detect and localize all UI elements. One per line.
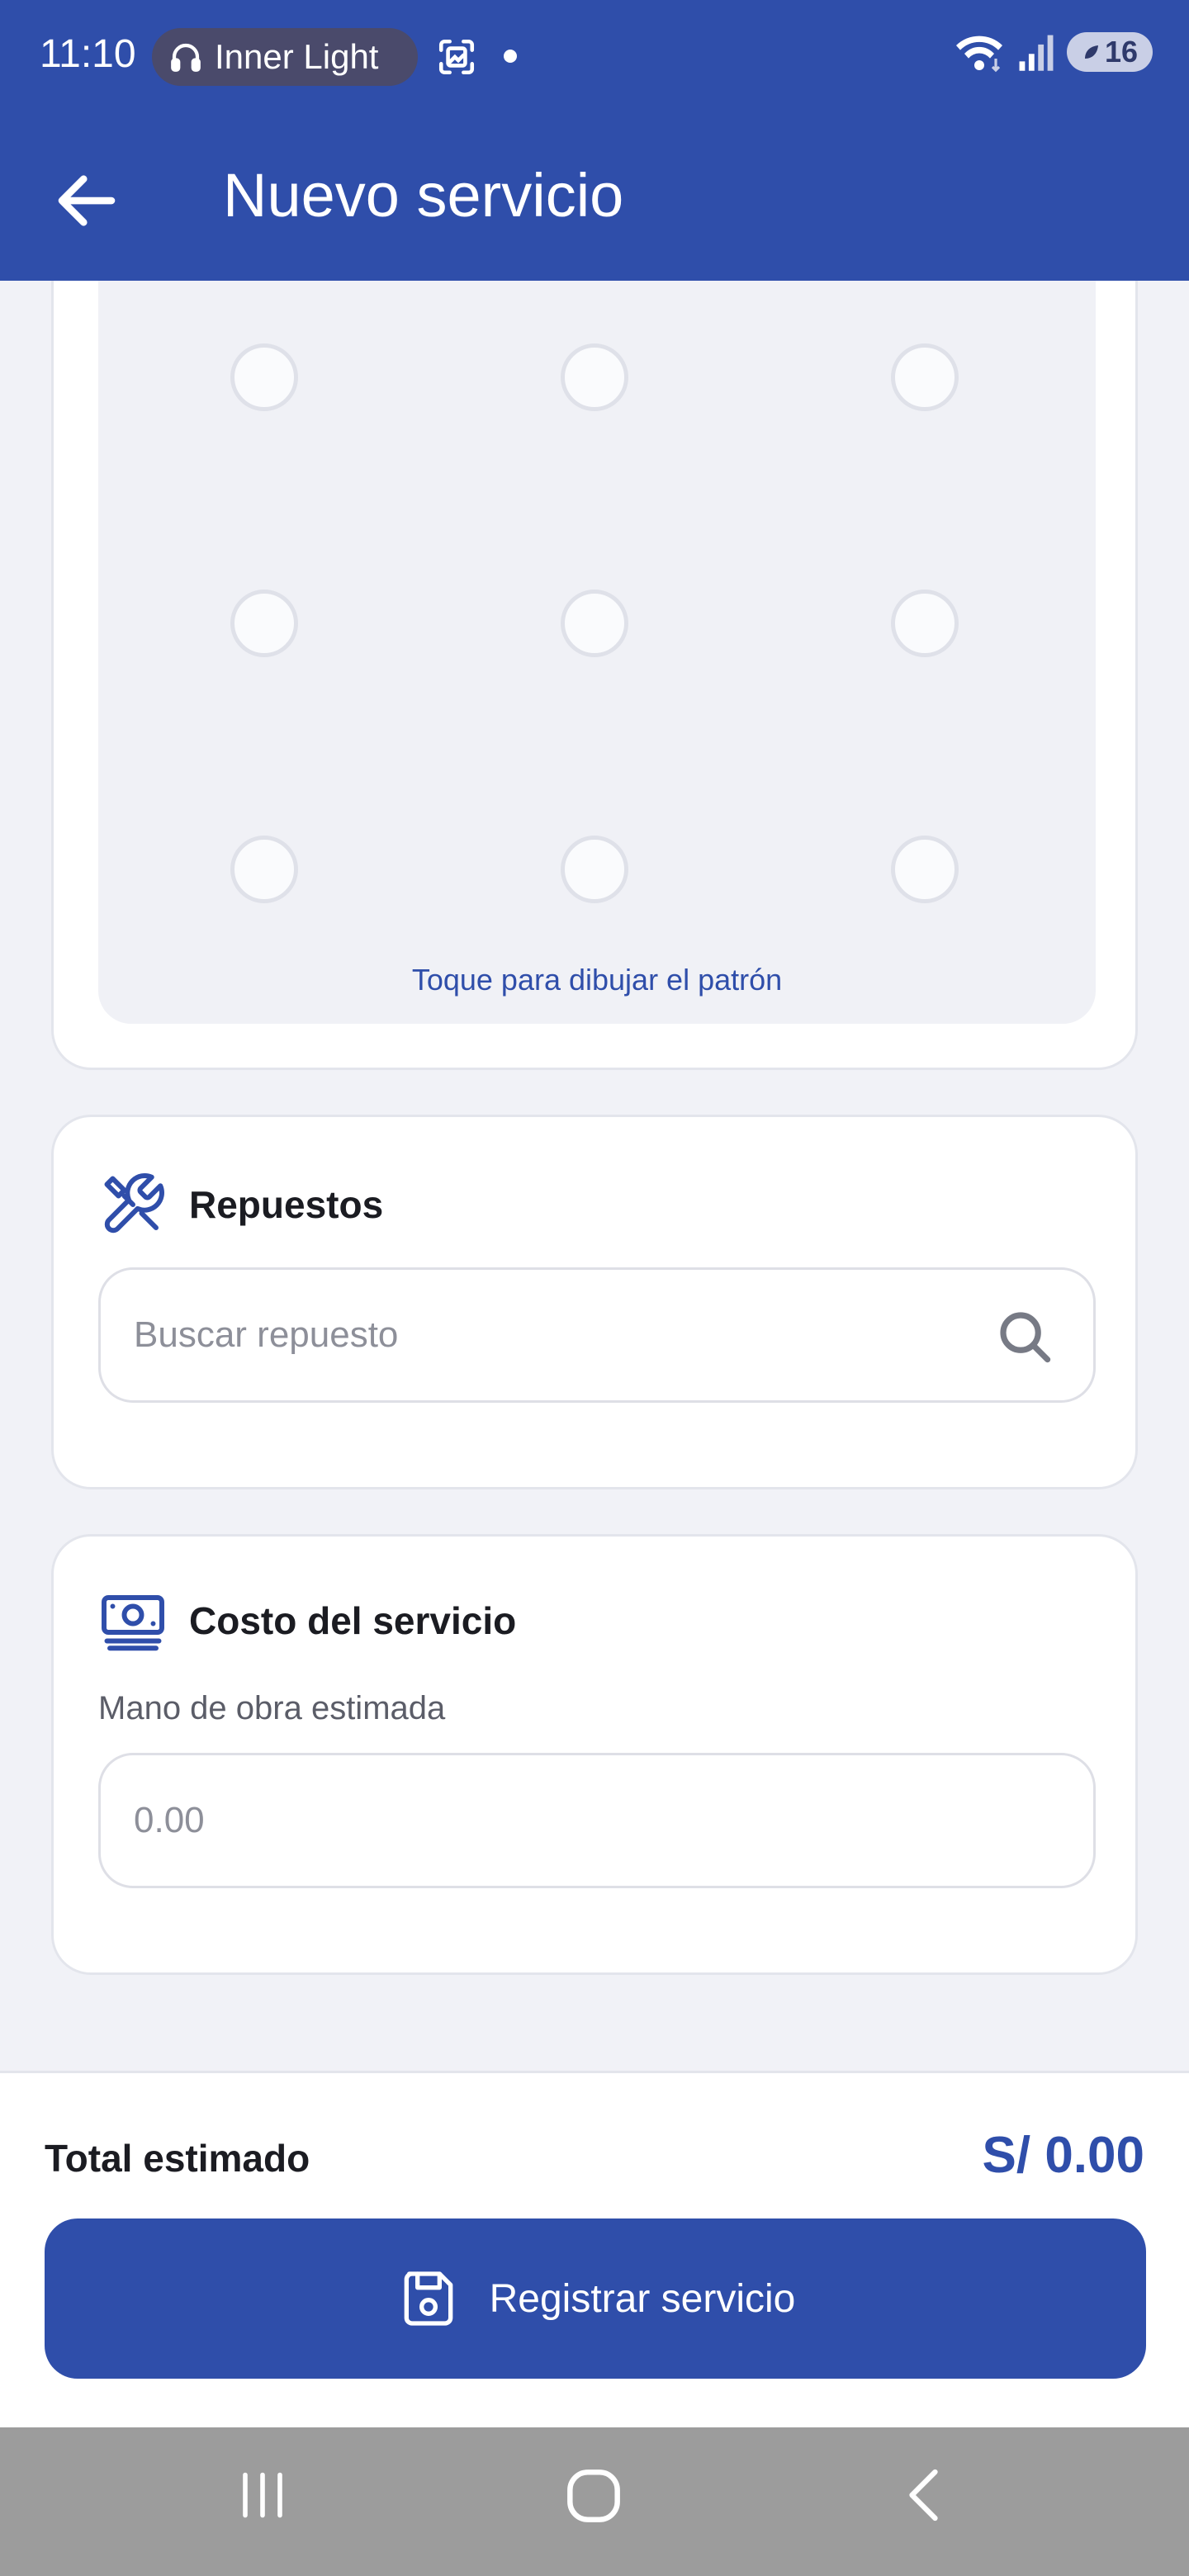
notification-dot: [504, 50, 517, 63]
system-icons: 16: [953, 31, 1153, 73]
register-service-label: Registrar servicio: [489, 2276, 796, 2321]
headphones-icon: [171, 43, 201, 72]
top-bar: 11:10 Inner Light 16 Nuevo servicio: [0, 0, 1189, 281]
costo-header: Costo del servicio: [98, 1586, 516, 1655]
media-pill[interactable]: Inner Light: [152, 28, 418, 86]
status-bar: 11:10 Inner Light 16: [0, 0, 1189, 112]
pattern-dot[interactable]: [230, 590, 298, 657]
screenshot-icon: [438, 39, 475, 75]
labor-field[interactable]: [98, 1753, 1096, 1888]
media-label: Inner Light: [215, 37, 379, 76]
system-nav-bar: [0, 2427, 1189, 2576]
pattern-dot[interactable]: [561, 343, 628, 411]
pattern-dot[interactable]: [891, 836, 959, 903]
battery-level: 16: [1104, 35, 1139, 69]
save-icon: [404, 2271, 452, 2326]
tools-icon: [104, 1173, 164, 1234]
bottom-summary: Total estimado S/ 0.00 Registrar servici…: [0, 2071, 1189, 2427]
pattern-dot[interactable]: [891, 590, 959, 657]
status-time: 11:10: [40, 32, 136, 76]
register-service-button[interactable]: Registrar servicio: [45, 2218, 1146, 2379]
search-input[interactable]: [134, 1314, 959, 1356]
pattern-dot[interactable]: [561, 836, 628, 903]
recent-apps-icon[interactable]: [228, 2460, 297, 2530]
back-nav-icon[interactable]: [892, 2460, 961, 2530]
back-button[interactable]: [50, 163, 124, 238]
pattern-dot[interactable]: [230, 343, 298, 411]
cash-icon: [102, 1595, 164, 1651]
pattern-hint: Toque para dibujar el patrón: [411, 963, 783, 997]
pattern-dot[interactable]: [561, 590, 628, 657]
labor-label: Mano de obra estimada: [98, 1690, 446, 1726]
wifi-icon: [956, 36, 1002, 73]
signal-icon: [1019, 35, 1054, 71]
pattern-lock-area[interactable]: Toque para dibujar el patrón: [98, 281, 1096, 1024]
costo-title: Costo del servicio: [189, 1599, 517, 1642]
total-value: S/ 0.00: [982, 2127, 1144, 2184]
repuestos-header: Repuestos: [98, 1170, 383, 1239]
page-title: Nuevo servicio: [223, 161, 624, 230]
battery-indicator: 16: [1067, 32, 1153, 72]
arrow-left-icon: [58, 175, 116, 226]
repuestos-card: Repuestos: [51, 1115, 1138, 1489]
app-bar: Nuevo servicio: [0, 112, 1189, 281]
costo-card: Costo del servicio Mano de obra estimada: [51, 1534, 1138, 1975]
search-icon[interactable]: [992, 1305, 1057, 1369]
home-icon[interactable]: [558, 2460, 629, 2531]
pattern-dot[interactable]: [891, 343, 959, 411]
pattern-dot[interactable]: [230, 836, 298, 903]
repuestos-title: Repuestos: [189, 1183, 384, 1226]
search-box[interactable]: [98, 1267, 1096, 1403]
total-label: Total estimado: [45, 2137, 310, 2180]
labor-input[interactable]: [134, 1800, 959, 1841]
leaf-icon: [1084, 45, 1098, 59]
pattern-card: Toque para dibujar el patrón: [51, 215, 1138, 1070]
